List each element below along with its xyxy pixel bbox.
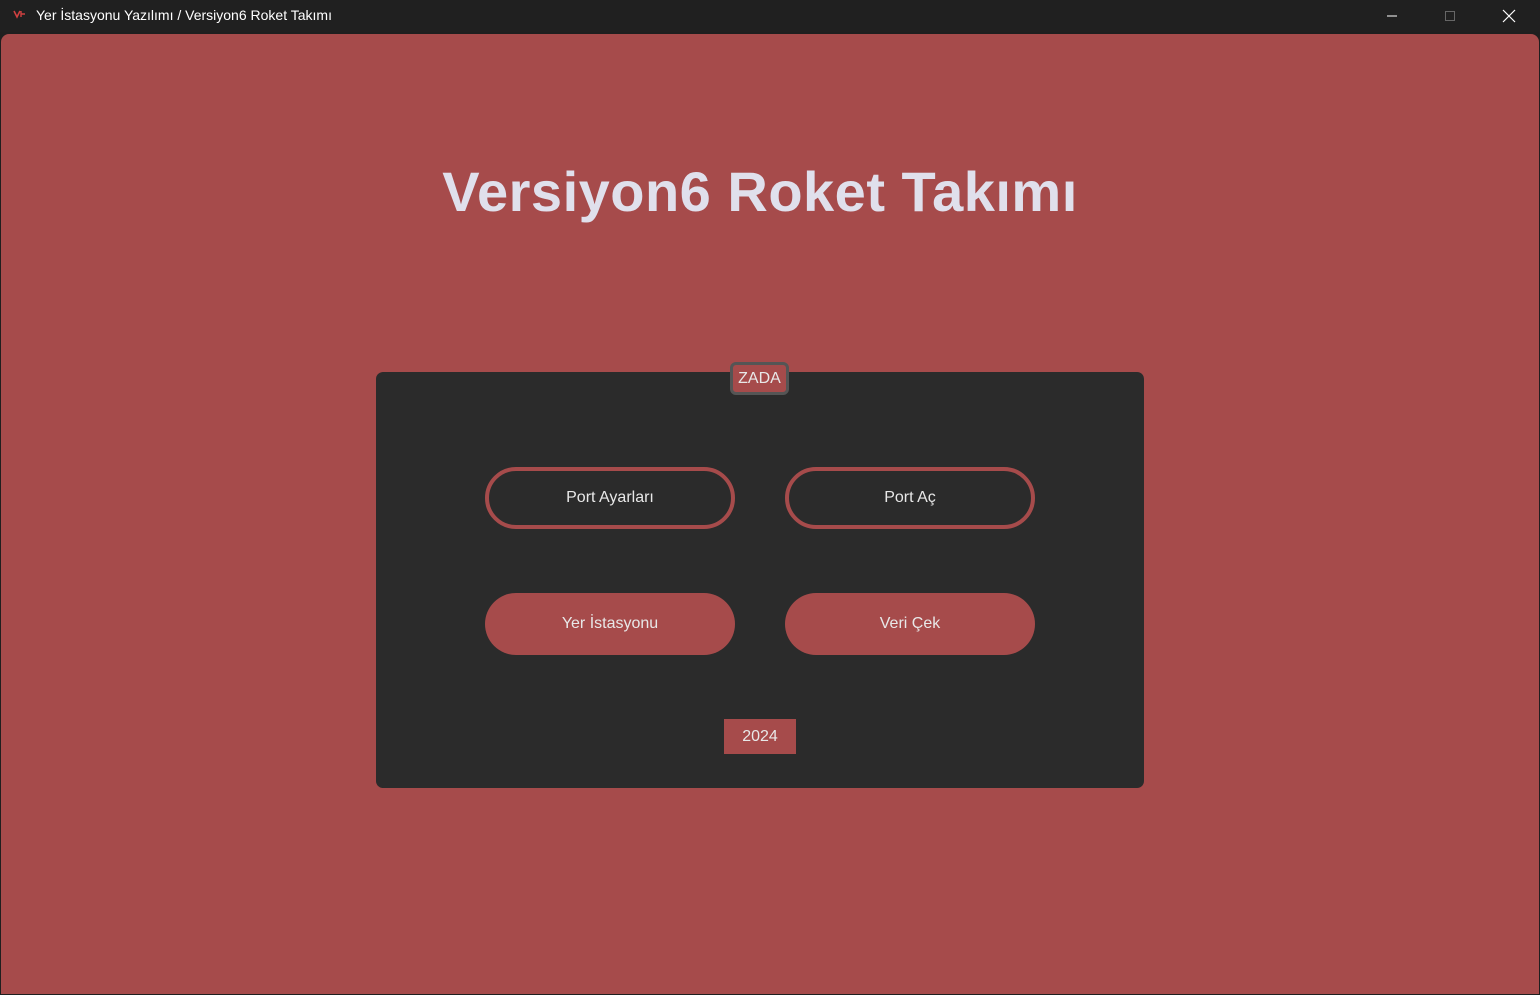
- fetch-data-button[interactable]: Veri Çek: [785, 593, 1035, 655]
- port-open-button[interactable]: Port Aç: [785, 467, 1035, 529]
- port-settings-button[interactable]: Port Ayarları: [485, 467, 735, 529]
- page-title: Versiyon6 Roket Takımı: [442, 160, 1078, 223]
- close-icon: [1502, 9, 1516, 23]
- window-title: Yer İstasyonu Yazılımı / Versiyon6 Roket…: [36, 7, 332, 23]
- maximize-icon: [1445, 11, 1455, 21]
- year-label: 2024: [724, 719, 796, 754]
- main-window: Versiyon6 Roket Takımı ZADA Port Ayarlar…: [1, 34, 1539, 994]
- panel-label: ZADA: [730, 362, 789, 395]
- app-logo-icon: [13, 8, 27, 22]
- minimize-icon: [1387, 15, 1397, 17]
- minimize-button[interactable]: [1363, 0, 1421, 32]
- title-bar: Yer İstasyonu Yazılımı / Versiyon6 Roket…: [0, 0, 1540, 32]
- close-button[interactable]: [1480, 0, 1538, 32]
- maximize-button[interactable]: [1421, 0, 1479, 32]
- ground-station-button[interactable]: Yer İstasyonu: [485, 593, 735, 655]
